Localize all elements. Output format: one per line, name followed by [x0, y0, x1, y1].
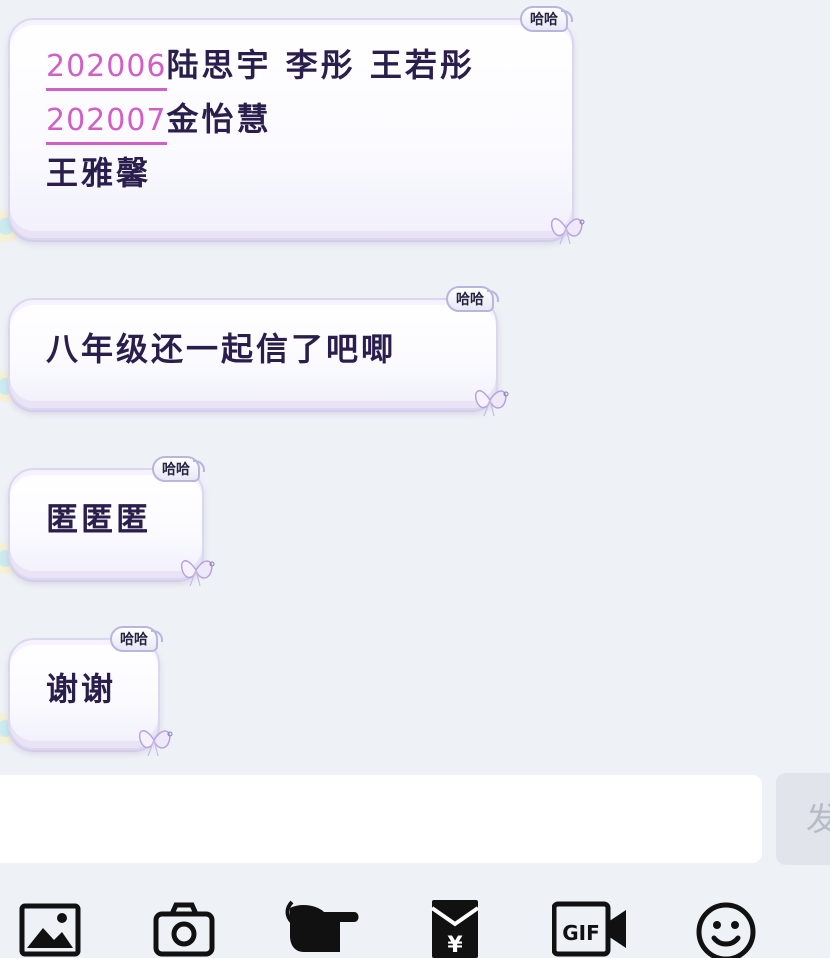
message-bubble[interactable]: 哈哈 202006陆思宇 李彤 王若彤 202007金怡慧 王雅馨: [8, 6, 585, 245]
chat-message: 哈哈 202006陆思宇 李彤 王若彤 202007金怡慧 王雅馨: [0, 6, 585, 254]
message-bubble[interactable]: 哈哈 谢谢: [8, 626, 173, 757]
message-text: 八年级还一起信了吧唧: [46, 330, 397, 368]
bubble-tag: 哈哈: [520, 6, 573, 32]
red-packet-button[interactable]: ¥: [424, 898, 488, 958]
bubble-tag: 哈哈: [110, 626, 163, 652]
gif-icon: GIF: [552, 901, 626, 957]
butterfly-decoration-icon: [550, 217, 585, 245]
message-line: 202007金怡慧: [46, 92, 572, 146]
send-button[interactable]: 发: [776, 773, 830, 865]
butterfly-decoration-icon: [138, 729, 173, 757]
camera-icon: [153, 902, 215, 957]
message-bubble[interactable]: 哈哈 八年级还一起信了吧唧: [8, 286, 509, 417]
butterfly-decoration-icon: [474, 389, 509, 417]
poke-icon: [285, 900, 359, 952]
date-label: 202007: [46, 103, 167, 138]
names-text: 陆思宇 李彤 王若彤: [166, 46, 475, 84]
emoji-icon: [696, 902, 756, 958]
chat-message: 哈哈 匿匿匿: [0, 456, 215, 587]
names-text: 王雅馨: [46, 154, 152, 192]
gif-label: GIF: [562, 921, 600, 945]
chat-message-list[interactable]: 哈哈 202006陆思宇 李彤 王若彤 202007金怡慧 王雅馨 哈哈 八年级…: [0, 0, 830, 770]
image-icon: [19, 903, 81, 957]
message-bubble[interactable]: 哈哈 匿匿匿: [8, 456, 215, 587]
message-text: 谢谢: [46, 670, 117, 708]
message-text: 匿匿匿: [46, 500, 152, 538]
image-button[interactable]: [18, 898, 82, 958]
bubble-tag: 哈哈: [152, 456, 205, 482]
names-text: 金怡慧: [166, 100, 272, 138]
message-input[interactable]: [0, 775, 762, 863]
message-line: 202006陆思宇 李彤 王若彤: [46, 38, 572, 92]
yen-label: ¥: [447, 933, 463, 958]
poke-button[interactable]: [284, 898, 360, 958]
message-line: 王雅馨: [46, 146, 572, 200]
date-label: 202006: [46, 49, 167, 84]
gif-button[interactable]: GIF: [552, 898, 628, 958]
bubble-tag: 哈哈: [446, 286, 499, 312]
chat-message: 哈哈 谢谢: [0, 626, 173, 757]
red-packet-icon: ¥: [430, 900, 480, 958]
butterfly-decoration-icon: [180, 559, 215, 587]
emoji-button[interactable]: [694, 898, 758, 958]
camera-button[interactable]: [152, 898, 216, 958]
chat-message: 哈哈 八年级还一起信了吧唧: [0, 286, 509, 417]
input-toolbar: ¥ GIF: [0, 880, 830, 958]
message-text: 202006陆思宇 李彤 王若彤 202007金怡慧 王雅馨: [46, 38, 572, 200]
